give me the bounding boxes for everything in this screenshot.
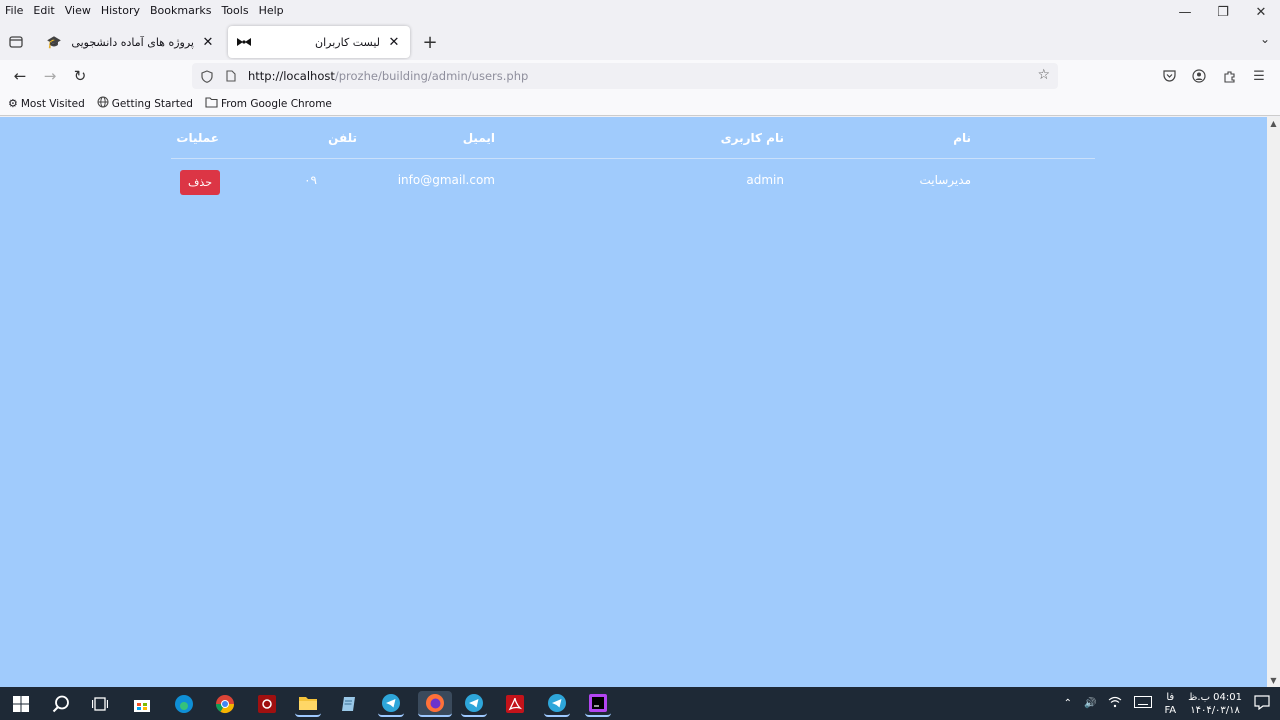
shield-icon[interactable]	[198, 69, 216, 83]
cell-email: info@gmail.com	[397, 173, 495, 187]
cell-username: admin	[746, 173, 784, 187]
menu-tools[interactable]: Tools	[216, 4, 253, 17]
bookmarks-bar: ⚙ Most Visited Getting Started From Goog…	[0, 92, 1280, 116]
nav-bar: ← → ↻ http://localhost/prozhe/building/a…	[0, 60, 1280, 92]
search-icon[interactable]	[48, 691, 74, 717]
acrobat-icon[interactable]	[502, 691, 528, 717]
notepad-icon[interactable]	[336, 691, 362, 717]
reload-icon[interactable]: ↻	[68, 65, 92, 87]
bookmark-most-visited[interactable]: ⚙ Most Visited	[8, 97, 85, 110]
menu-help[interactable]: Help	[254, 4, 289, 17]
notification-icon[interactable]	[1254, 694, 1270, 713]
tab-projects[interactable]: 🎓 پروژه های آماده دانشجویی ✕	[38, 26, 224, 58]
telegram-icon[interactable]	[544, 691, 570, 717]
telegram-icon[interactable]	[378, 691, 404, 717]
cell-name: مدیرسایت	[919, 173, 971, 187]
page-icon[interactable]	[222, 70, 240, 82]
input-language[interactable]: فا FA	[1164, 691, 1176, 717]
folder-icon	[205, 96, 218, 111]
window-controls: — ❐ ✕	[1166, 0, 1280, 24]
store-icon[interactable]	[129, 691, 155, 717]
account-icon[interactable]	[1184, 65, 1214, 87]
windows-start-icon[interactable]	[8, 691, 34, 717]
language-code: FA	[1164, 704, 1177, 716]
bookmark-from-google-chrome[interactable]: From Google Chrome	[205, 96, 332, 111]
menu-view[interactable]: View	[60, 4, 96, 17]
bookmark-label: Most Visited	[20, 97, 85, 110]
url-text[interactable]: http://localhost/prozhe/building/admin/u…	[248, 69, 528, 83]
table-row: مدیرسایت admin info@gmail.com ۰۹ حذف	[171, 117, 1095, 207]
clock-date: ۱۴۰۴/۰۳/۱۸	[1190, 704, 1240, 716]
menu-history[interactable]: History	[96, 4, 145, 17]
menu-edit[interactable]: Edit	[28, 4, 59, 17]
firefox-icon[interactable]	[418, 691, 452, 717]
volume-icon[interactable]: 🔊	[1084, 698, 1096, 709]
telegram-icon[interactable]	[461, 691, 487, 717]
taskbar: ⌃ 🔊 فا FA 04:01 ب.ظ ۱۴۰۴/۰۳/۱۸	[0, 687, 1280, 720]
forward-icon[interactable]: →	[38, 65, 62, 87]
chevron-down-icon[interactable]: ⌄	[1260, 32, 1270, 46]
users-table: نام نام کاربری ایمیل تلفن عملیات مدیرسای…	[171, 117, 1095, 195]
system-tray: ⌃ 🔊 فا FA 04:01 ب.ظ ۱۴۰۴/۰۳/۱۸	[1058, 687, 1280, 720]
language-native: فا	[1166, 691, 1175, 703]
close-icon[interactable]: ✕	[1242, 0, 1280, 24]
vertical-scrollbar[interactable]: ▲ ▼	[1267, 117, 1280, 687]
star-icon[interactable]: ☆	[1037, 67, 1050, 83]
wifi-icon[interactable]	[1108, 696, 1122, 711]
edge-icon[interactable]	[171, 691, 197, 717]
graduation-cap-icon: 🎓	[46, 35, 62, 49]
globe-icon	[97, 96, 109, 111]
tab-title: لیست کاربران	[315, 35, 380, 49]
menu-bookmarks[interactable]: Bookmarks	[145, 4, 216, 17]
clock[interactable]: 04:01 ب.ظ ۱۴۰۴/۰۳/۱۸	[1188, 691, 1242, 717]
scroll-down-icon[interactable]: ▼	[1267, 674, 1280, 687]
bowtie-icon	[236, 34, 252, 50]
clock-time: 04:01 ب.ظ	[1188, 691, 1242, 703]
tab-close-icon[interactable]: ✕	[386, 35, 402, 50]
firefox-view-icon[interactable]	[6, 32, 26, 52]
scroll-up-icon[interactable]: ▲	[1267, 117, 1280, 130]
tab-close-icon[interactable]: ✕	[200, 35, 216, 50]
menu-file[interactable]: File	[0, 4, 28, 17]
tab-title: پروژه های آماده دانشجویی	[71, 35, 194, 49]
bookmark-getting-started[interactable]: Getting Started	[97, 96, 193, 111]
tab-users-list[interactable]: لیست کاربران ✕	[228, 26, 410, 58]
chrome-icon[interactable]	[212, 691, 238, 717]
new-tab-icon[interactable]: +	[420, 32, 440, 53]
keyboard-icon[interactable]	[1134, 696, 1153, 711]
minimize-icon[interactable]: —	[1166, 0, 1204, 24]
delete-button[interactable]: حذف	[180, 170, 220, 195]
cell-phone: ۰۹	[304, 173, 317, 187]
bookmark-label: From Google Chrome	[220, 97, 332, 110]
bookmark-label: Getting Started	[111, 97, 193, 110]
page-content: نام نام کاربری ایمیل تلفن عملیات مدیرسای…	[0, 117, 1267, 687]
back-icon[interactable]: ←	[8, 65, 32, 87]
menu-bar: File Edit View History Bookmarks Tools H…	[0, 0, 1280, 20]
restore-icon[interactable]: ❐	[1204, 0, 1242, 24]
pocket-icon[interactable]	[1154, 65, 1184, 87]
url-bar[interactable]: http://localhost/prozhe/building/admin/u…	[192, 63, 1058, 89]
phpstorm-icon[interactable]	[585, 691, 611, 717]
task-view-icon[interactable]	[87, 691, 113, 717]
extensions-icon[interactable]	[1214, 65, 1244, 87]
gear-icon: ⚙	[8, 97, 18, 110]
tab-strip: 🎓 پروژه های آماده دانشجویی ✕ لیست کاربرا…	[0, 24, 1280, 60]
chevron-up-icon[interactable]: ⌃	[1064, 698, 1072, 709]
file-explorer-icon[interactable]	[295, 691, 321, 717]
hamburger-menu-icon[interactable]: ☰	[1244, 65, 1274, 87]
app-red-icon[interactable]	[254, 691, 280, 717]
